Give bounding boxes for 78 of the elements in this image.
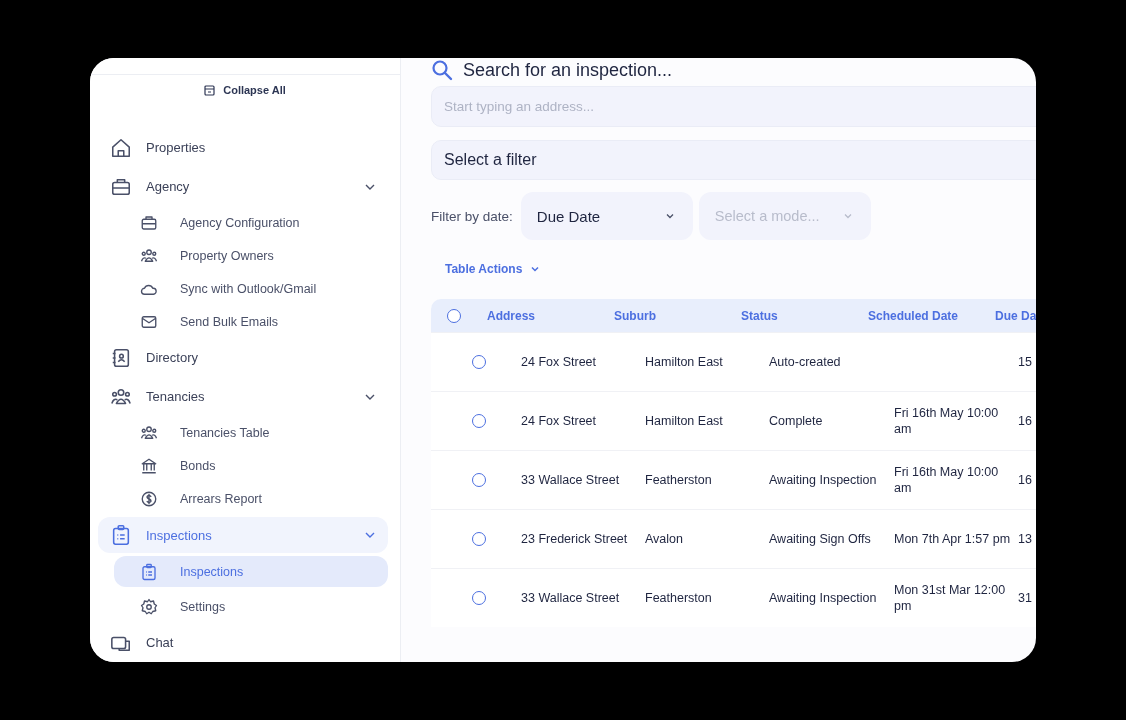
table-cell: Auto-created [769,355,841,369]
table-cell: Complete [769,414,823,428]
table-actions-button[interactable]: Table Actions [441,258,545,280]
nav-subitem[interactable]: Arrears Report [114,482,388,515]
clipboard-icon [140,562,158,581]
column-header[interactable]: Address [487,308,614,323]
table-cell: Hamilton East [645,355,723,369]
contact-book-icon [110,346,132,369]
nav-label: Inspections [146,527,213,543]
table-cell: Mon 31st Mar 12:00 pm [894,583,1006,613]
nav-subitem[interactable]: Bonds [114,449,388,482]
nav-item[interactable]: Properties [98,132,388,163]
row-checkbox[interactable] [472,532,486,546]
table-cell: 23 Frederick Street [521,532,628,546]
table-cell: Featherston [645,473,712,487]
table-cell: Fri 16th May 10:00 am [894,406,999,436]
row-checkbox[interactable] [472,414,486,428]
dollar-icon [140,489,158,508]
table-cell: 16 [1018,414,1032,428]
table-cell: 15 [1018,355,1032,369]
filter-by-date-label: Filter by date: [431,208,513,224]
select-all-checkbox[interactable] [447,308,461,323]
nav-label: Agency [146,179,191,194]
collapse-all-button[interactable]: Collapse All [200,82,290,98]
nav-label: Properties [146,140,207,155]
table-cell: Awaiting Sign Offs [769,532,871,546]
table-cell: Hamilton East [645,414,723,428]
nav-item[interactable]: Directory [98,342,388,373]
column-header[interactable]: Status [741,308,868,323]
column-header[interactable]: Suburb [614,308,741,323]
people-icon [140,423,158,442]
nav-subitem[interactable]: Tenancies Table [114,416,388,449]
column-header[interactable]: Due Da [995,308,1036,323]
nav-item[interactable]: Inspections [98,520,388,550]
nav-label: Chat [146,635,175,650]
nav-subitem[interactable]: Inspections [114,556,388,587]
people-icon [140,246,158,265]
table-cell: Fri 16th May 10:00 am [894,465,999,495]
nav-subitem[interactable]: Agency Configuration [114,206,388,239]
search-heading: Search for an inspection... [463,59,673,81]
table-cell: Mon 7th Apr 1:57 pm [894,532,1011,546]
nav-label: Directory [146,350,199,365]
table-cell: Featherston [645,591,712,605]
nav-subitem[interactable]: Sync with Outlook/Gmail [114,272,388,305]
nav-label: Tenancies [146,389,206,404]
table-cell: Awaiting Inspection [769,473,877,487]
nav-subitem[interactable]: Send Bulk Emails [114,305,388,338]
nav-item[interactable]: Agency [98,171,388,202]
chevron-icon [664,211,675,221]
row-checkbox[interactable] [472,355,486,369]
table-cell: 33 Wallace Street [521,591,620,605]
bank-icon [140,456,158,475]
chevron-icon [842,211,853,221]
table-cell: 24 Fox Street [521,414,597,428]
table-cell: 31 [1018,591,1032,605]
address-search-field[interactable]: Start typing an address... [431,86,1036,127]
table-cell: 16 [1018,473,1032,487]
table-cell: Avalon [645,532,683,546]
column-header[interactable]: Scheduled Date [868,308,995,323]
row-checkbox[interactable] [472,473,486,487]
table-cell: 13 [1018,532,1032,546]
nav-subitem[interactable]: Property Owners [114,239,388,272]
briefcase-icon [140,213,158,232]
row-checkbox[interactable] [472,591,486,605]
clipboard-icon [110,524,132,546]
house-icon [110,136,132,159]
chevron-icon [530,264,541,274]
search-icon [431,59,453,81]
table-cell: 24 Fox Street [521,355,597,369]
nav-item[interactable]: Chat [98,627,388,658]
filter-select[interactable]: Select a filter [431,140,1036,180]
nav-item[interactable]: Tenancies [98,381,388,412]
nav-subitem[interactable]: Settings [114,590,388,623]
settings-icon [140,597,158,616]
table-cell: 33 Wallace Street [521,473,620,487]
date-field-select[interactable]: Due Date [520,192,693,240]
table-cell: Awaiting Inspection [769,591,877,605]
collapse-icon [204,84,216,96]
